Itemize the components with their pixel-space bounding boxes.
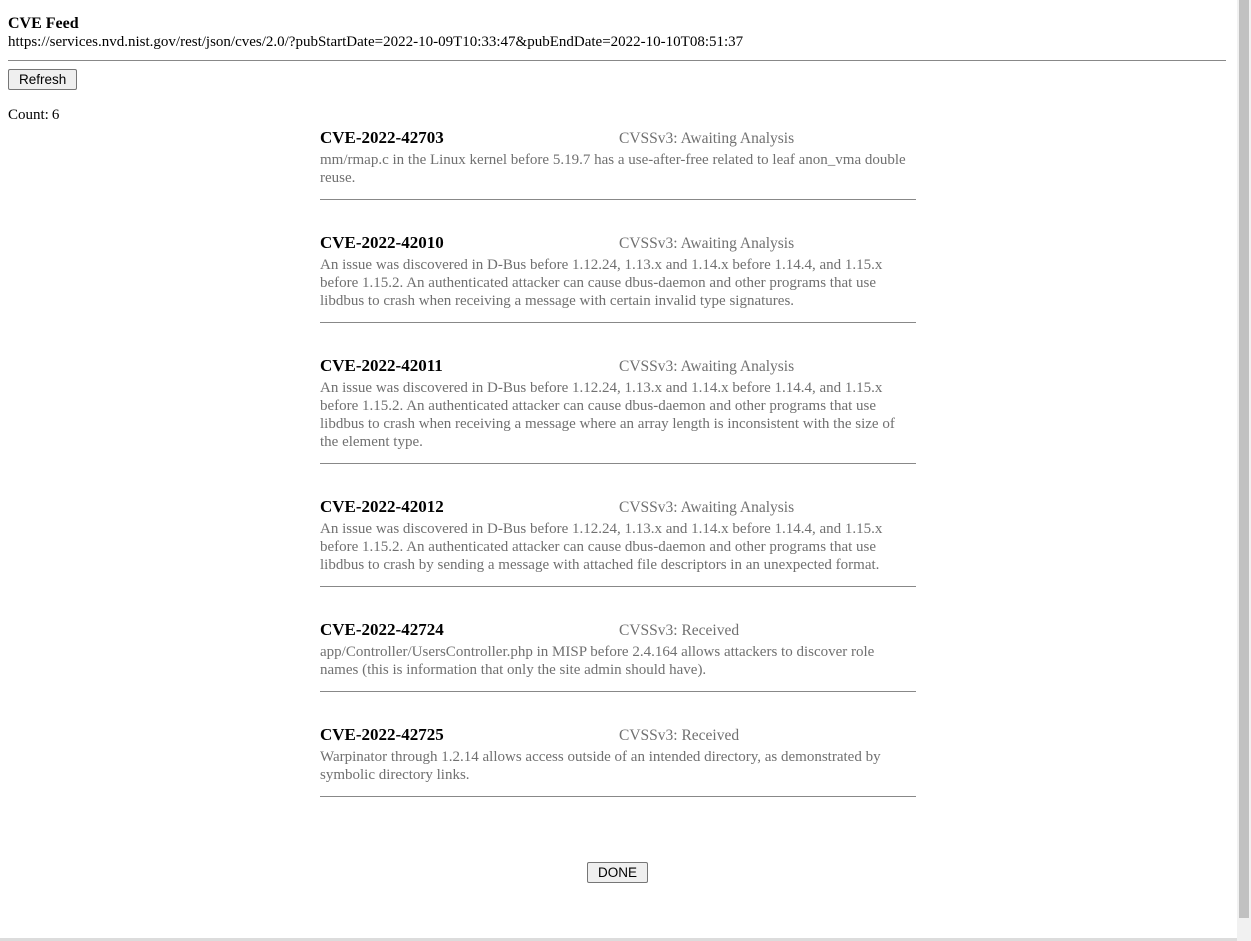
- cve-id: CVE-2022-42725: [320, 725, 444, 744]
- cve-id: CVE-2022-42012: [320, 497, 444, 516]
- cve-item: CVE-2022-42012 CVSSv3: Awaiting Analysis…: [320, 497, 916, 587]
- cvss-status: CVSSv3: Awaiting Analysis: [619, 130, 795, 147]
- page: CVE Feed https://services.nvd.nist.gov/r…: [8, 14, 1226, 883]
- count-value: 6: [51, 107, 60, 123]
- cvss-status: CVSSv3: Received: [619, 727, 740, 744]
- cve-description: mm/rmap.c in the Linux kernel before 5.1…: [320, 152, 906, 186]
- cve-item: CVE-2022-42724 CVSSv3: Received app/Cont…: [320, 620, 916, 692]
- cve-id: CVE-2022-42724: [320, 620, 444, 639]
- cve-list: CVE-2022-42703 CVSSv3: Awaiting Analysis…: [320, 126, 916, 797]
- cve-item: CVE-2022-42010 CVSSv3: Awaiting Analysis…: [320, 233, 916, 323]
- cve-description: An issue was discovered in D-Bus before …: [320, 257, 883, 309]
- cve-description: An issue was discovered in D-Bus before …: [320, 521, 883, 573]
- cve-id: CVE-2022-42011: [320, 356, 443, 375]
- feed-url: https://services.nvd.nist.gov/rest/json/…: [8, 34, 744, 50]
- cvss-status: CVSSv3: Received: [619, 622, 740, 639]
- count-label: Count:: [8, 107, 49, 123]
- cve-item: CVE-2022-42011 CVSSv3: Awaiting Analysis…: [320, 356, 916, 464]
- refresh-button[interactable]: Refresh: [8, 69, 78, 90]
- page-title: CVE Feed: [8, 15, 79, 32]
- cvss-status: CVSSv3: Awaiting Analysis: [619, 235, 795, 252]
- cve-description: Warpinator through 1.2.14 allows access …: [320, 749, 881, 783]
- cve-id: CVE-2022-42703: [320, 128, 444, 147]
- scrollbar-thumb[interactable]: [1239, 0, 1249, 918]
- cve-item: CVE-2022-42703 CVSSv3: Awaiting Analysis…: [320, 128, 916, 200]
- count-display: Count: 6: [8, 106, 59, 124]
- cve-id: CVE-2022-42010: [320, 233, 444, 252]
- cve-description: app/Controller/UsersController.php in MI…: [320, 644, 875, 678]
- cve-description: An issue was discovered in D-Bus before …: [320, 380, 895, 450]
- done-button[interactable]: DONE: [587, 862, 649, 883]
- header-divider: [8, 60, 1226, 61]
- cve-item: CVE-2022-42725 CVSSv3: Received Warpinat…: [320, 725, 916, 797]
- cvss-status: CVSSv3: Awaiting Analysis: [619, 499, 795, 516]
- vertical-scrollbar[interactable]: [1237, 0, 1251, 941]
- cvss-status: CVSSv3: Awaiting Analysis: [619, 358, 795, 375]
